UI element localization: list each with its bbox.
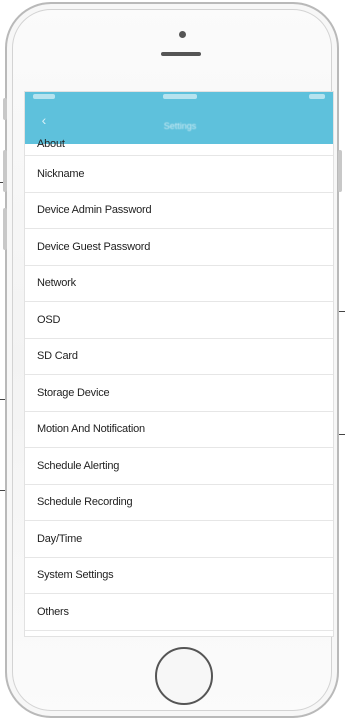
clock-icon [163,94,197,99]
volume-up-button[interactable] [3,150,7,192]
menu-item-others[interactable]: Others [25,594,333,631]
settings-menu: About Nickname Device Admin Password Dev… [25,132,333,631]
menu-item-device-guest-password[interactable]: Device Guest Password [25,229,333,266]
phone-screen: ‹ Settings About Nickname Device Admin P… [24,91,334,637]
menu-item-schedule-alerting[interactable]: Schedule Alerting [25,448,333,485]
power-button[interactable] [338,150,342,192]
menu-item-network[interactable]: Network [25,266,333,302]
menu-item-schedule-recording[interactable]: Schedule Recording [25,485,333,521]
menu-item-motion-and-notification[interactable]: Motion And Notification [25,412,333,448]
chevron-left-icon: ‹ [41,112,47,128]
carrier-signal-icon [33,94,55,99]
menu-item-system-settings[interactable]: System Settings [25,558,333,594]
volume-down-button[interactable] [3,208,7,250]
menu-item-sd-card[interactable]: SD Card [25,339,333,375]
mute-switch[interactable] [3,98,7,120]
front-camera-icon [179,31,186,38]
menu-item-osd[interactable]: OSD [25,302,333,339]
menu-item-device-admin-password[interactable]: Device Admin Password [25,193,333,229]
status-bar [25,92,333,106]
menu-item-nickname[interactable]: Nickname [25,156,333,193]
device-mockup: ‹ Settings About Nickname Device Admin P… [0,0,345,722]
menu-item-day-time[interactable]: Day/Time [25,521,333,558]
back-button[interactable]: ‹ [33,110,55,130]
speaker-icon [161,52,201,56]
header-title: Settings [163,121,197,131]
home-button[interactable] [155,647,213,705]
battery-icon [309,94,325,99]
menu-item-about[interactable]: About [25,132,333,156]
menu-item-storage-device[interactable]: Storage Device [25,375,333,412]
